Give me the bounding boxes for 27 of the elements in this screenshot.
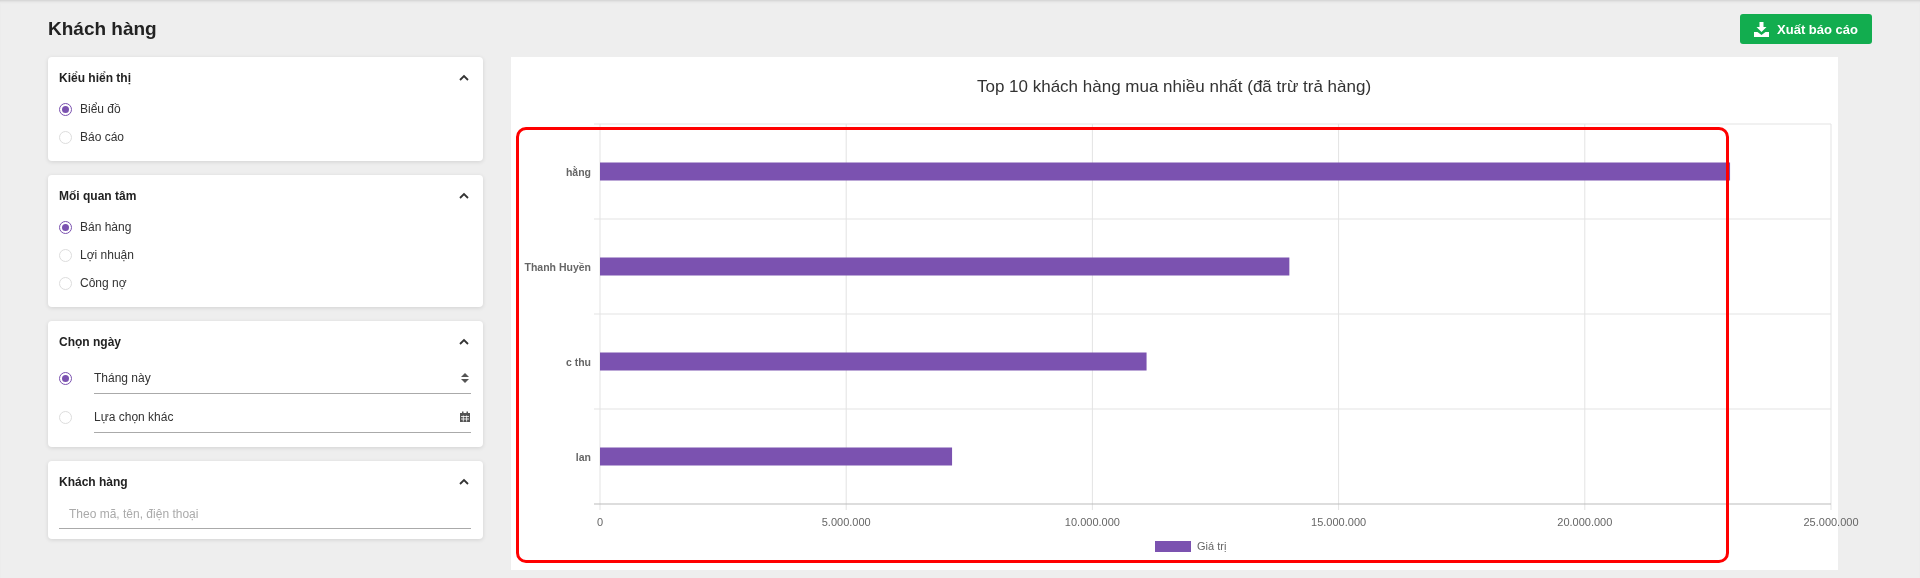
page-title: Khách hàng (48, 18, 157, 40)
card-title: Khách hàng (59, 475, 128, 489)
tick-label: 20.000.000 (1557, 516, 1613, 528)
radio-label[interactable]: Báo cáo (80, 130, 125, 144)
tick-label: 5.000.000 (821, 516, 871, 528)
card-title: Kiểu hiển thị (59, 71, 131, 85)
radio-label[interactable]: Biểu đồ (80, 102, 121, 116)
sort-icon (459, 372, 471, 384)
download-icon (1754, 21, 1770, 37)
calendar-icon (459, 411, 471, 423)
date-field[interactable]: Lựa chọn khác (94, 402, 471, 433)
axis-label: hằng (565, 165, 591, 178)
select-field[interactable]: Tháng này (94, 363, 471, 394)
radio-label[interactable]: Bán hàng (80, 220, 132, 234)
tick-label: 10.000.000 (1064, 516, 1120, 528)
axis-label: Thanh Huyền (524, 260, 591, 273)
tick-label: 15.000.000 (1311, 516, 1367, 528)
tick-label: 0 (596, 516, 604, 528)
card-title: Chọn ngày (59, 335, 121, 349)
radio-label[interactable]: Công nợ (80, 276, 127, 290)
radio-label[interactable]: Lợi nhuận (80, 248, 134, 262)
tick-label: 25.000.000 (1803, 516, 1859, 528)
axis-label: c thu (565, 355, 591, 368)
legend-label: Giá trị (1197, 540, 1227, 552)
chart-title: Top 10 khách hàng mua nhiều nhất (đã trừ trả hàng) (976, 77, 1372, 96)
axis-label: lan (575, 450, 591, 463)
card-title: Mối quan tâm (59, 189, 137, 203)
